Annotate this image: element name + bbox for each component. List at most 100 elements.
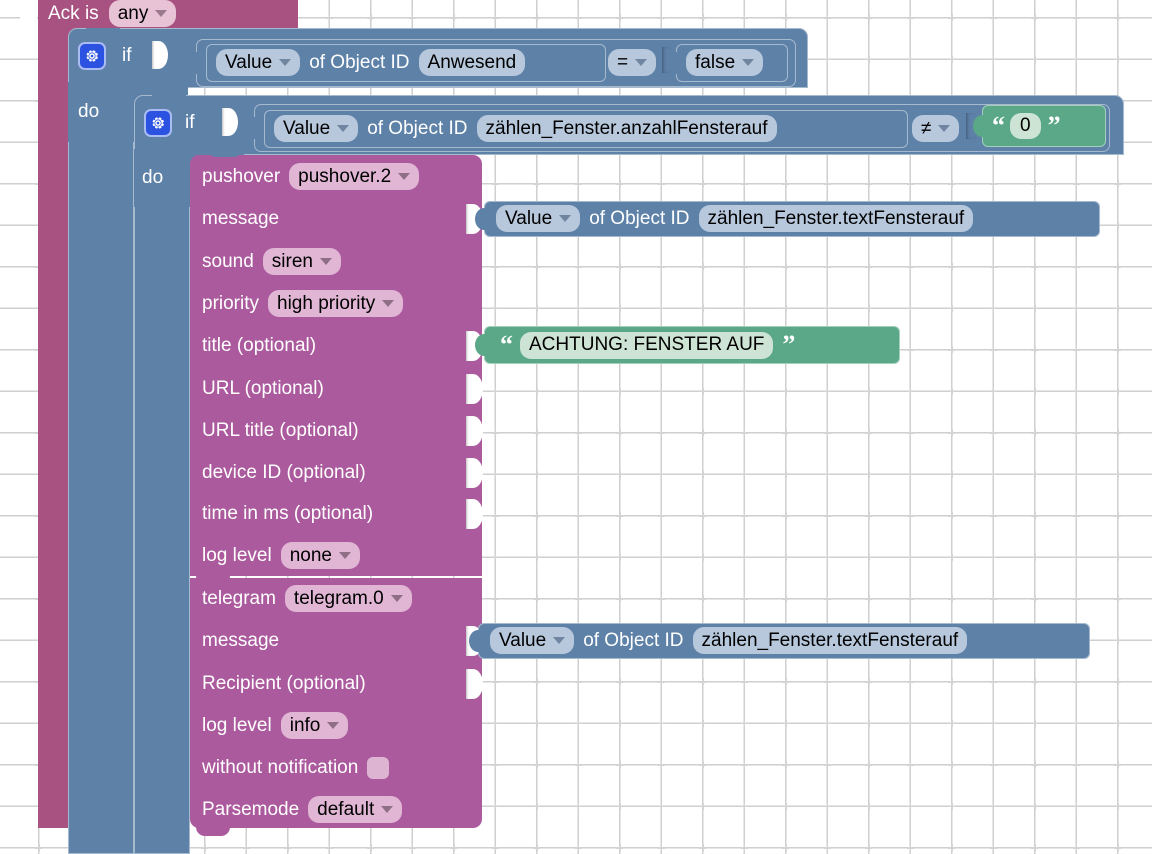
- grid-cross: [1114, 761, 1121, 768]
- if-inner-operator-dropdown[interactable]: ≠: [912, 115, 960, 142]
- text-plug: [475, 334, 486, 356]
- telegram-title-label: telegram: [202, 588, 276, 609]
- grid-cross: [533, 761, 540, 768]
- grid-cross: [1072, 844, 1080, 851]
- if-outer-operator-dropdown[interactable]: =: [608, 49, 657, 76]
- chevron-down-icon: [553, 637, 566, 644]
- if-inner-objectid-field[interactable]: zählen_Fenster.anzahlFensterauf: [476, 115, 777, 142]
- if-inner-getvalue-row: Value of Object ID zählen_Fenster.anzahl…: [274, 115, 777, 142]
- grid-cross: [865, 470, 872, 478]
- pushover-sound-value: siren: [271, 250, 313, 272]
- grid-cross: [616, 595, 623, 602]
- telegram-row-title: telegram telegram.0: [202, 585, 412, 612]
- if-inner-top-notch: [152, 95, 186, 104]
- grid-cross: [616, 180, 623, 187]
- trigger-ack-dropdown[interactable]: any: [108, 0, 177, 27]
- telegram-block[interactable]: [190, 578, 482, 828]
- grid-cross: [1031, 387, 1038, 395]
- grid-cross: [906, 470, 914, 478]
- if-inner-attribute-dropdown[interactable]: Value: [274, 115, 359, 142]
- pushover-priority-dropdown[interactable]: high priority: [268, 290, 404, 317]
- grid-cross: [865, 719, 872, 727]
- grid-cross: [948, 802, 955, 810]
- grid-cross: [408, 844, 416, 851]
- if-outer-mutator[interactable]: [78, 42, 106, 70]
- grid-cross: [782, 512, 789, 519]
- blockly-workspace[interactable]: Ack is any if do Value of Object ID Anwe…: [0, 0, 1152, 854]
- grid-cross: [823, 761, 831, 768]
- grid-cross: [823, 387, 831, 395]
- pushover-loglevel-dropdown[interactable]: none: [280, 542, 360, 569]
- if-outer-objectid-field[interactable]: Anwesend: [418, 49, 526, 76]
- if-outer-false-wrap: false: [686, 49, 764, 76]
- grid-cross: [574, 719, 582, 727]
- grid-cross: [1114, 595, 1121, 602]
- grid-cross: [1031, 304, 1038, 312]
- telegram-top-notch-cut: [196, 572, 230, 581]
- if-outer-attribute-dropdown[interactable]: Value: [216, 49, 301, 76]
- pushover-title-opt-label: title (optional): [202, 335, 317, 356]
- grid-cross: [574, 304, 582, 312]
- grid-cross: [1114, 802, 1121, 810]
- close-quote-icon: ”: [1047, 111, 1061, 140]
- pushover-instance-dropdown[interactable]: pushover.2: [289, 163, 420, 190]
- grid-cross: [1114, 636, 1121, 644]
- grid-cross: [699, 719, 706, 727]
- if-inner-mutator[interactable]: [144, 109, 172, 137]
- grid-cross: [616, 844, 623, 851]
- chevron-down-icon: [635, 59, 648, 66]
- grid-cross: [574, 802, 582, 810]
- pushover-sound-label: sound: [202, 251, 254, 272]
- chevron-down-icon: [390, 595, 403, 602]
- grid-cross: [1031, 512, 1038, 519]
- telegram-row-message: message: [202, 627, 279, 654]
- gear-icon[interactable]: [144, 109, 172, 137]
- grid-cross: [1072, 55, 1080, 63]
- grid-cross: [989, 304, 997, 312]
- if-inner-text-zero-value: 0: [1020, 115, 1031, 136]
- grid-cross: [699, 304, 706, 312]
- grid-cross: [1031, 678, 1038, 685]
- grid-cross: [906, 429, 914, 436]
- if-outer-false-dropdown[interactable]: false: [686, 49, 764, 76]
- telegram-parsemode-dropdown[interactable]: default: [308, 796, 403, 823]
- telegram-silent-checkbox[interactable]: [367, 756, 390, 779]
- grid-cross: [1072, 14, 1080, 21]
- grid-cross: [782, 844, 789, 851]
- telegram-message-attribute-value: Value: [499, 629, 547, 651]
- telegram-loglevel-dropdown[interactable]: info: [280, 712, 349, 739]
- grid-cross: [367, 14, 374, 21]
- grid-cross: [865, 844, 872, 851]
- grid-cross: [1031, 553, 1038, 561]
- grid-cross: [657, 304, 665, 312]
- telegram-recipient-label: Recipient (optional): [202, 673, 366, 694]
- pushover-title-text-field[interactable]: ACHTUNG: FENSTER AUF: [520, 331, 774, 359]
- chevron-down-icon: [742, 59, 755, 66]
- telegram-message-attribute-dropdown[interactable]: Value: [490, 627, 575, 654]
- grid-cross: [1031, 595, 1038, 602]
- pushover-sound-dropdown[interactable]: siren: [262, 248, 341, 275]
- telegram-instance-dropdown[interactable]: telegram.0: [284, 585, 412, 612]
- chevron-down-icon: [319, 258, 332, 265]
- if-outer-of-label: of Object ID: [309, 52, 410, 73]
- pushover-message-attribute-dropdown[interactable]: Value: [496, 205, 581, 232]
- grid-cross: [906, 304, 914, 312]
- grid-cross: [906, 553, 914, 561]
- gear-icon[interactable]: [78, 42, 106, 70]
- grid-cross: [616, 719, 623, 727]
- if-inner-attribute-value: Value: [283, 117, 331, 139]
- grid-cross: [491, 470, 499, 478]
- open-quote-icon: “: [992, 111, 1005, 140]
- grid-cross: [782, 595, 789, 602]
- grid-cross: [948, 263, 955, 270]
- if-inner-text-zero-field[interactable]: 0: [1010, 113, 1041, 139]
- pushover-row-priority: priority high priority: [202, 290, 404, 317]
- grid-cross: [491, 512, 499, 519]
- grid-cross: [906, 844, 914, 851]
- grid-cross: [865, 595, 872, 602]
- grid-cross: [1114, 844, 1121, 851]
- pushover-message-value-row: Value of Object ID zählen_Fenster.textFe…: [496, 205, 974, 232]
- grid-cross: [699, 512, 706, 519]
- telegram-message-objectid-field[interactable]: zählen_Fenster.textFensterauf: [692, 627, 968, 654]
- pushover-message-objectid-field[interactable]: zählen_Fenster.textFensterauf: [698, 205, 974, 232]
